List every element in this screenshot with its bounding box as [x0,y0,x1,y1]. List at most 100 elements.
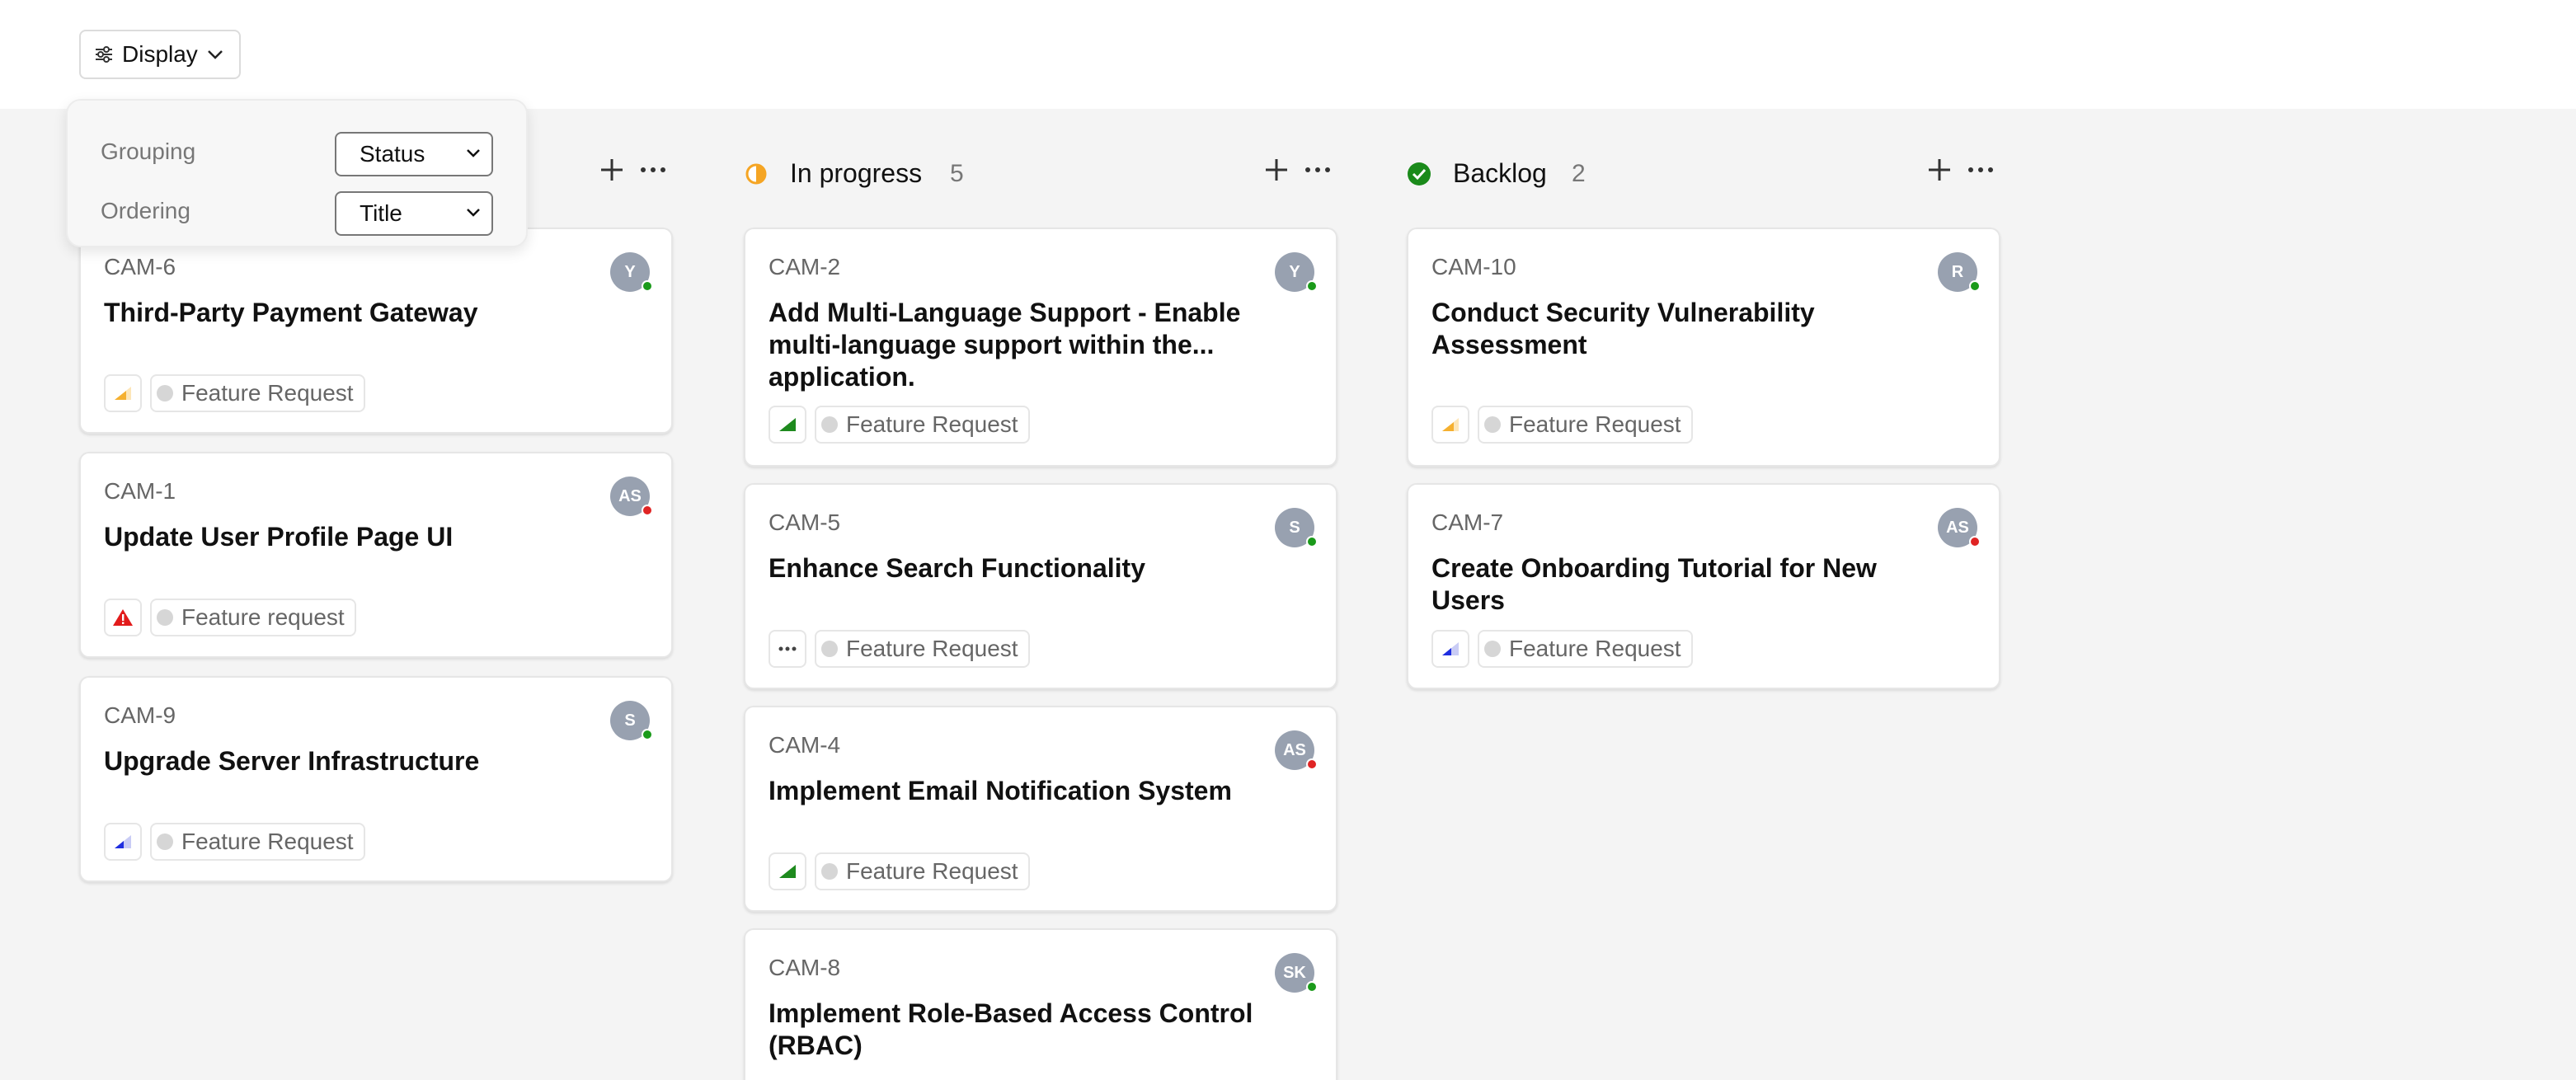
label-text: Feature Request [846,858,1018,884]
avatar[interactable]: AS [1938,508,1981,547]
presence-indicator [1969,536,1981,547]
label-dot [821,416,838,433]
avatar-initials: AS [618,486,642,505]
column-count: 2 [1572,160,1586,187]
issue-card[interactable]: CAM-9 S Upgrade Server Infrastructure Fe… [79,676,673,882]
issue-id: CAM-5 [769,509,841,535]
more-icon[interactable] [1966,157,1995,183]
issue-id: CAM-2 [769,254,841,279]
issue-card[interactable]: CAM-8 SK Implement Role-Based Access Con… [744,928,1337,1080]
label-text: Feature Request [846,636,1018,661]
avatar[interactable]: AS [610,477,653,516]
avatar[interactable]: R [1938,252,1981,292]
avatar[interactable]: AS [1275,730,1318,770]
issue-id: CAM-4 [769,732,841,758]
chevron-down-icon [467,149,480,157]
label-text: Feature Request [1509,636,1681,661]
plus-icon[interactable] [1263,157,1290,183]
priority-button[interactable] [104,599,142,636]
presence-indicator [1306,536,1318,547]
issue-card[interactable]: CAM-10 R Conduct Security Vulnerability … [1407,228,2000,467]
priority-low-icon [1442,642,1459,655]
avatar-initials: Y [1289,262,1300,281]
priority-button[interactable] [769,406,806,444]
avatar[interactable]: S [610,701,653,740]
label-chip[interactable]: Feature Request [815,406,1030,444]
priority-medium-icon [115,387,131,400]
check-circle-icon [1408,162,1431,185]
presence-indicator [1306,981,1318,993]
avatar-initials: AS [1283,740,1306,759]
plus-icon[interactable] [1926,157,1953,183]
column-title: Backlog [1453,158,1547,188]
chevron-down-icon [206,49,224,60]
priority-button[interactable] [769,852,806,890]
label-dot [1484,416,1501,433]
label-dot [157,385,173,401]
issue-id: CAM-10 [1431,254,1516,279]
avatar[interactable]: SK [1275,953,1318,993]
priority-button[interactable] [769,630,806,668]
label-text: Feature Request [181,829,354,854]
issue-card[interactable]: CAM-2 Y Add Multi-Language Support - Ena… [744,228,1337,467]
priority-urgent-icon [113,609,133,626]
issue-id: CAM-6 [104,254,176,279]
label-dot [821,641,838,657]
ordering-select[interactable]: Title [335,191,493,236]
display-button[interactable]: Display [79,30,241,79]
column-title: In progress [790,158,923,188]
label-chip[interactable]: Feature Request [150,374,365,412]
label-chip[interactable]: Feature Request [1478,406,1693,444]
avatar[interactable]: Y [1275,252,1318,292]
label-text: Feature Request [846,411,1018,437]
half-circle-icon [745,163,767,185]
label-chip[interactable]: Feature Request [150,823,365,861]
label-chip[interactable]: Feature Request [815,630,1030,668]
no-priority-icon [778,646,797,651]
issue-card[interactable]: CAM-7 AS Create Onboarding Tutorial for … [1407,483,2000,689]
grouping-value: Status [360,141,425,167]
presence-indicator [642,280,653,292]
grouping-label: Grouping [101,139,196,164]
issue-title: Implement Role-Based Access Control (RBA… [769,998,1253,1060]
issue-card[interactable]: CAM-5 S Enhance Search Functionality Fea… [744,483,1337,689]
display-button-label: Display [122,41,198,67]
issue-card[interactable]: CAM-6 Y Third-Party Payment Gateway Feat… [79,228,673,434]
avatar-initials: SK [1283,963,1306,982]
sliders-icon [94,45,114,63]
priority-button[interactable] [1431,406,1469,444]
chevron-down-icon [467,209,480,217]
priority-button[interactable] [1431,630,1469,668]
priority-medium-icon [1442,418,1459,431]
label-chip[interactable]: Feature Request [1478,630,1693,668]
issue-title: Implement Email Notification System [769,776,1232,805]
presence-indicator [1306,280,1318,292]
grouping-select[interactable]: Status [335,132,493,176]
label-chip[interactable]: Feature Request [815,852,1030,890]
avatar[interactable]: S [1275,508,1318,547]
priority-button[interactable] [104,823,142,861]
label-dot [821,863,838,880]
label-dot [157,609,173,626]
avatar[interactable]: Y [610,252,653,292]
priority-high-icon [779,865,796,878]
column-header: Backlog 2 [1407,153,2000,195]
issue-card[interactable]: CAM-4 AS Implement Email Notification Sy… [744,706,1337,912]
label-chip[interactable]: Feature request [150,599,356,636]
label-dot [157,833,173,850]
label-text: Feature Request [1509,411,1681,437]
label-dot [1484,641,1501,657]
issue-card[interactable]: CAM-1 AS Update User Profile Page UI Fea… [79,452,673,658]
label-text: Feature request [181,604,345,630]
more-icon[interactable] [1303,157,1333,183]
issue-title: Create Onboarding Tutorial for New Users [1431,553,1877,615]
ordering-label: Ordering [101,198,190,223]
avatar-initials: AS [1946,518,1969,537]
presence-indicator [1969,280,1981,292]
issue-id: CAM-8 [769,955,841,980]
presence-indicator [642,505,653,516]
more-icon[interactable] [638,157,668,183]
plus-icon[interactable] [599,157,625,183]
presence-indicator [1306,758,1318,770]
priority-button[interactable] [104,374,142,412]
